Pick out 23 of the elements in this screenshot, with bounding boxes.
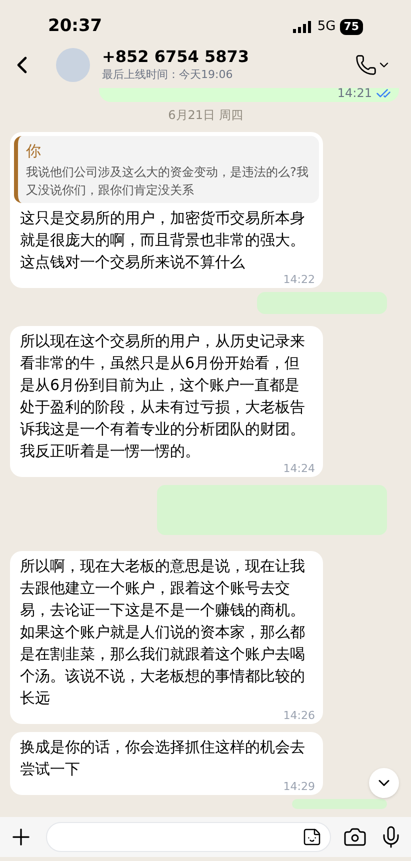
- date-divider: 6月21日 周四: [168, 107, 243, 124]
- signal-icon: [293, 21, 314, 33]
- quote-text: 我说他们公司涉及这么大的资金变动，是违法的么?我又没说你们，跟你们肯定没关系: [26, 164, 310, 198]
- scroll-down-button[interactable]: [369, 768, 399, 798]
- message-text: 所以啊，现在大老板的意思是说，现在让我去跟他建立一个账户，跟着这个账号去交易，去论证一下这是不是一个赚钱的商机。如果这个账户就是人们说的资本家，那么都是在割韭菜，那么我们就跟着这个账户去喝个汤。该说不说，大老板想的事情都比较的长远: [19, 556, 306, 708]
- phone-icon[interactable]: [355, 54, 377, 76]
- contact-name[interactable]: +852 6754 5873: [102, 46, 347, 67]
- message-time: 14:22: [283, 272, 315, 286]
- message-text: 所以现在这个交易所的用户，从历史记录来看非常的牛，虽然只是从6月份开始看，但是从6月份到目前为止，这个账户一直都是处于盈利的阶段，从未有过亏损，大老板告诉我这是一个有着专业的分析团队的财团。我反正听着是一愣一愣的。: [19, 330, 306, 462]
- last-seen: 最后上线时间：今天19:06: [102, 66, 234, 83]
- quote-author: 你: [26, 141, 42, 162]
- quoted-message[interactable]: 你 我说他们公司涉及这么大的资金变动，是违法的么?我又没说你们，跟你们肯定没关系: [14, 136, 319, 202]
- sticker-icon[interactable]: [302, 827, 322, 847]
- status-time: 20:37: [48, 15, 102, 38]
- battery-indicator: 75: [340, 19, 363, 35]
- network-label: 5G: [317, 18, 336, 36]
- message-time: 14:29: [283, 780, 315, 792]
- message-input[interactable]: [46, 822, 331, 852]
- message-text: 这只是交易所的用户，加密货币交易所本身就是很庞大的啊，而且背景也非常的强大。这点钱对一个交易所来说不算什么: [19, 208, 306, 272]
- message-text: 换成是你的话，你会选择抓住这样的机会去尝试一下: [19, 736, 306, 780]
- message-time: 14:21: [337, 88, 372, 102]
- message-time: 14:24: [283, 462, 315, 474]
- message-time: 14:26: [283, 708, 315, 722]
